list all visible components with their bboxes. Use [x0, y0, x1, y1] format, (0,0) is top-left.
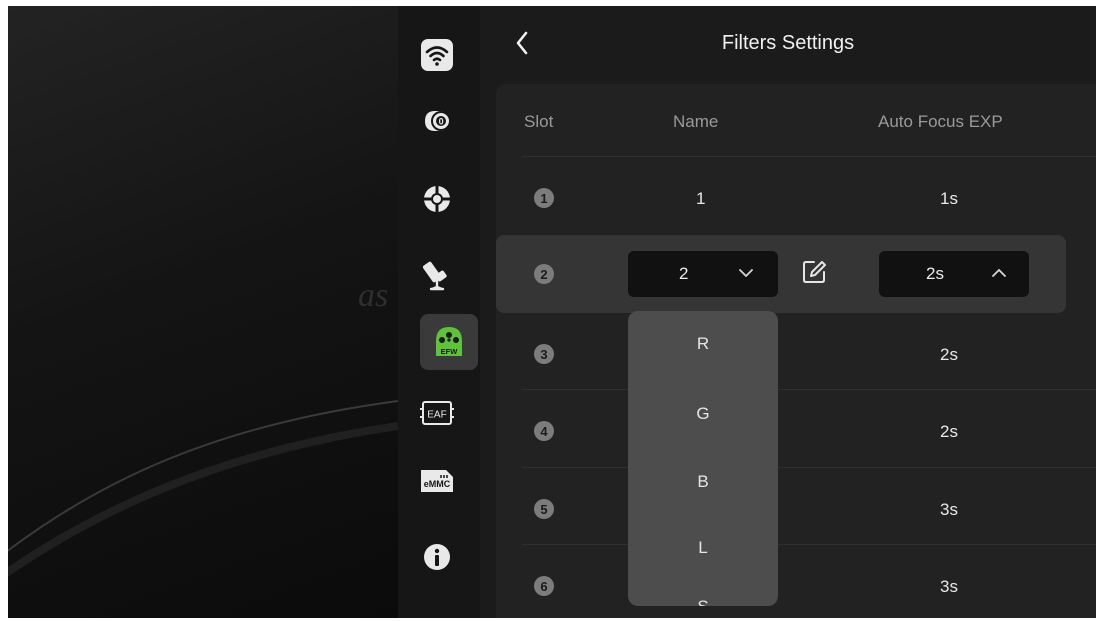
dropdown-option[interactable]: S [628, 597, 778, 606]
divider [522, 467, 1096, 468]
guide-icon [424, 186, 450, 212]
info-icon [424, 544, 450, 570]
wifi-icon [421, 39, 453, 71]
dropdown-option[interactable]: G [628, 404, 778, 424]
filter-name-select[interactable]: 2 [628, 251, 778, 297]
filters-settings-panel: Filters Settings Slot Name Auto Focus EX… [480, 6, 1096, 618]
filters-table [496, 84, 1096, 618]
sidebar: 0 EFW EAF eMMC [398, 6, 480, 618]
divider [522, 389, 1096, 390]
sidebar-item-emmc[interactable]: eMMC [412, 456, 462, 506]
slot-number-badge: 2 [534, 264, 554, 284]
dropdown-option[interactable]: L [628, 538, 778, 558]
eaf-icon-label: EAF [427, 410, 446, 421]
efw-icon-label: EFW [441, 347, 459, 356]
filter-name: 1 [696, 189, 706, 208]
slot-number-badge: 6 [534, 576, 554, 596]
sidebar-item-mount[interactable] [412, 250, 462, 300]
svg-text:0: 0 [439, 116, 444, 126]
dropdown-option[interactable]: B [628, 472, 778, 492]
edit-name-button[interactable] [802, 259, 828, 290]
slot-number-badge: 1 [534, 188, 554, 208]
column-header-auto-focus-exp: Auto Focus EXP [878, 112, 1003, 131]
edit-icon [803, 261, 826, 283]
camera-icon: 0 [425, 111, 451, 131]
column-header-name: Name [673, 112, 719, 131]
telescope-mount-icon [422, 261, 447, 291]
auto-focus-exp: 2s [940, 422, 958, 441]
sidebar-item-wifi[interactable] [412, 30, 462, 80]
sidebar-item-camera[interactable]: 0 [412, 96, 462, 146]
filter-name-select-value: 2 [679, 264, 689, 283]
header: Filters Settings [480, 6, 1096, 84]
chevron-down-icon [739, 269, 753, 278]
sidebar-item-efw[interactable]: EFW [420, 314, 478, 370]
emmc-icon: eMMC [421, 470, 453, 492]
auto-focus-exp: 1s [940, 189, 958, 208]
auto-focus-exp-select[interactable]: 2s [879, 251, 1029, 297]
background-image: as [8, 6, 398, 618]
auto-focus-exp-select-value: 2s [926, 264, 944, 283]
dropdown-option[interactable]: R [628, 334, 778, 354]
app-window: as 0 EFW EAF eMMC Filters Settings Slot … [8, 6, 1096, 618]
emmc-icon-label: eMMC [424, 479, 451, 489]
divider [522, 156, 1096, 157]
column-header-slot: Slot [524, 112, 554, 131]
slot-number-badge: 4 [534, 421, 554, 441]
slot-number-badge: 3 [534, 344, 554, 364]
efw-icon: EFW [436, 327, 462, 356]
sidebar-item-eaf[interactable]: EAF [412, 388, 462, 438]
chevron-up-icon [992, 268, 1006, 277]
eaf-icon: EAF [420, 401, 454, 425]
filter-name-dropdown[interactable]: R G B L S [628, 311, 778, 606]
auto-focus-exp: 3s [940, 500, 958, 519]
svg-text:as: as [358, 277, 388, 314]
auto-focus-exp: 2s [940, 345, 958, 364]
page-title: Filters Settings [721, 32, 855, 54]
sidebar-item-guide[interactable] [412, 174, 462, 224]
sidebar-item-info[interactable] [412, 532, 462, 582]
auto-focus-exp: 3s [940, 577, 958, 596]
divider [522, 544, 1096, 545]
slot-number-badge: 5 [534, 499, 554, 519]
